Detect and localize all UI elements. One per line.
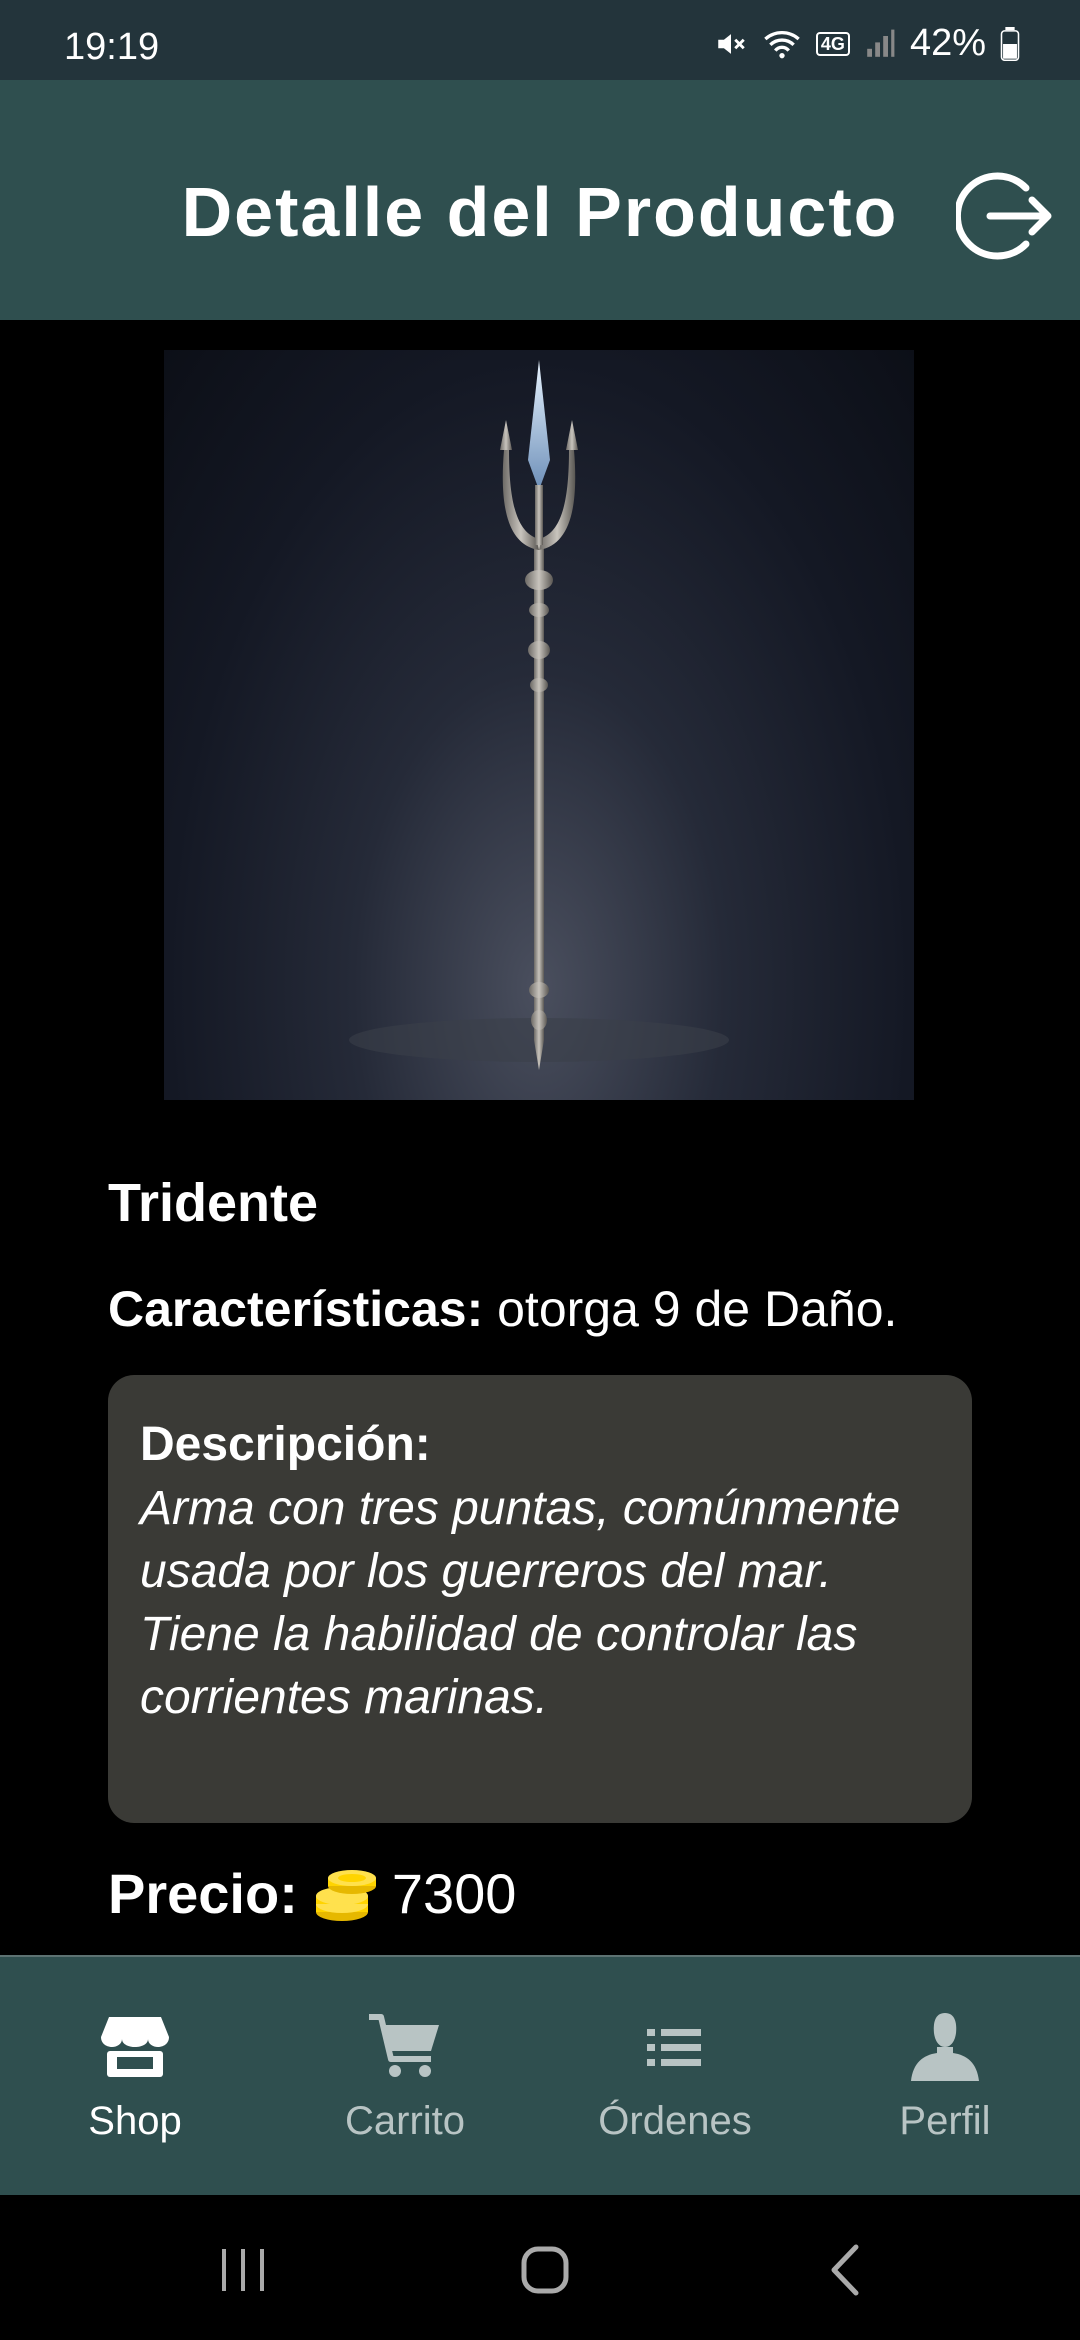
nav-label-shop: Shop xyxy=(88,2099,182,2143)
product-name: Tridente xyxy=(108,1173,319,1233)
logout-icon xyxy=(953,172,1052,260)
store-icon xyxy=(101,2017,169,2077)
status-icons: 4G 42% xyxy=(714,22,1020,65)
nav-label-perfil: Perfil xyxy=(899,2099,991,2143)
features-label: Características: xyxy=(108,1281,484,1337)
nav-item-ordenes[interactable]: Órdenes xyxy=(540,1957,810,2197)
nav-item-shop[interactable]: Shop xyxy=(0,1957,270,2197)
product-image xyxy=(164,350,914,1100)
battery-icon xyxy=(1000,26,1020,61)
list-icon xyxy=(647,2029,701,2066)
battery-percent: 42% xyxy=(909,22,986,64)
home-icon[interactable] xyxy=(510,2235,580,2305)
nav-item-perfil[interactable]: Perfil xyxy=(810,1957,1080,2197)
price-row: Precio: 7300 xyxy=(108,1860,516,1926)
page-title: Detalle del Producto xyxy=(181,173,899,251)
price-value: 7300 xyxy=(391,1861,517,1925)
trident-image xyxy=(349,360,729,1070)
description-card: Descripción: Arma con tres puntas, común… xyxy=(108,1375,972,1823)
features-value: otorga 9 de Daño. xyxy=(483,1281,898,1337)
network-type-icon: 4G xyxy=(815,31,850,56)
bottom-nav: Shop Carrito Órdenes Perfil xyxy=(0,1955,1080,2197)
user-icon xyxy=(911,2013,979,2081)
logout-button[interactable] xyxy=(953,166,1056,266)
app-header: Detalle del Producto xyxy=(0,80,1080,320)
mute-icon xyxy=(718,33,745,54)
description-text: Arma con tres puntas, comúnmente usada p… xyxy=(140,1482,901,1724)
back-icon[interactable] xyxy=(812,2235,882,2305)
description-label: Descripción: xyxy=(140,1418,431,1471)
nav-item-carrito[interactable]: Carrito xyxy=(270,1957,540,2197)
recent-apps-icon[interactable] xyxy=(208,2235,278,2305)
coins-icon xyxy=(315,1870,376,1921)
cart-icon xyxy=(369,2014,439,2077)
wifi-icon xyxy=(764,30,800,58)
signal-icon xyxy=(867,29,895,57)
nav-label-carrito: Carrito xyxy=(344,2099,466,2143)
status-time: 19:19 xyxy=(64,26,160,68)
system-nav-bar xyxy=(0,2195,1080,2340)
price-label: Precio: xyxy=(108,1861,298,1925)
nav-label-ordenes: Órdenes xyxy=(598,2099,752,2143)
status-bar: 19:19 4G 42% xyxy=(0,0,1080,80)
product-features: Características: otorga 9 de Daño. xyxy=(108,1280,897,1338)
